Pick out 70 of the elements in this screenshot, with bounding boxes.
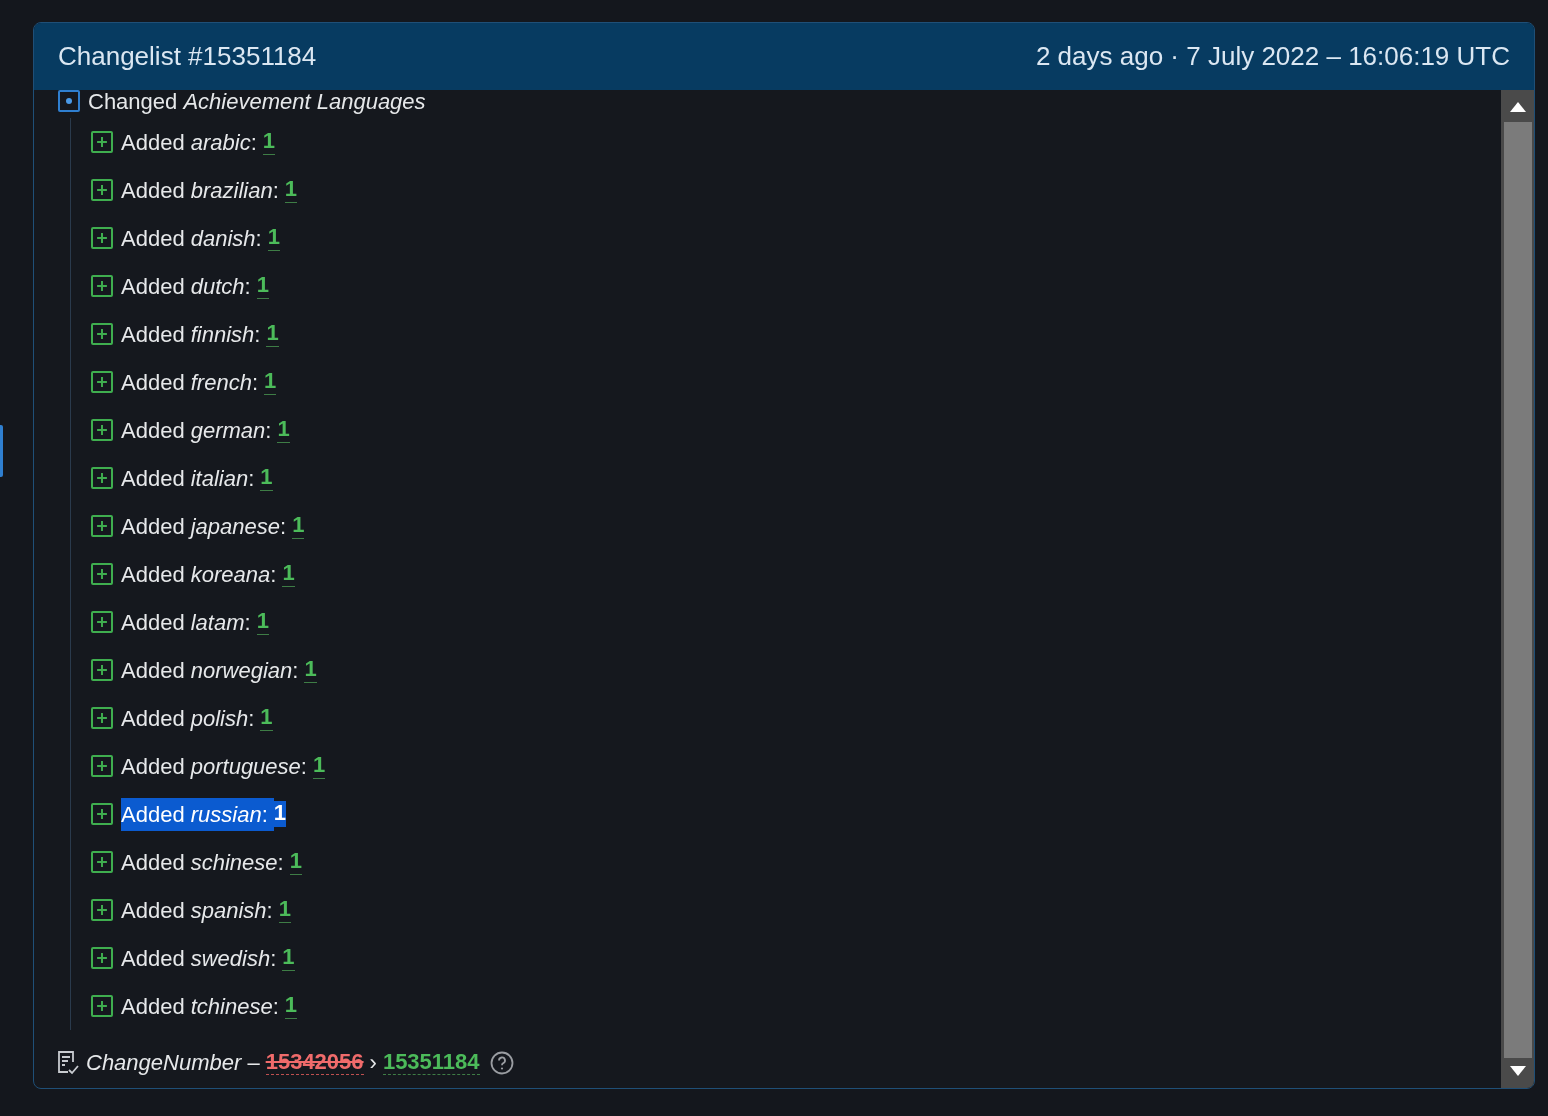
plus-square-icon (91, 467, 113, 489)
change-label: Added german: (121, 416, 273, 445)
change-value: 1 (256, 273, 269, 299)
change-value: 1 (312, 753, 326, 779)
help-icon[interactable] (489, 1050, 514, 1075)
change-label: Added arabic: (121, 128, 258, 157)
scroll-down-arrow-icon[interactable] (1509, 1066, 1526, 1076)
plus-square-icon (91, 659, 113, 681)
change-value: 1 (282, 945, 295, 971)
change-label: Added koreana: (121, 560, 278, 589)
change-label: Added russian: (121, 797, 274, 831)
change-label: Added norwegian: (121, 656, 300, 685)
change-value: 1 (260, 705, 273, 731)
scroll-up-arrow-icon[interactable] (1509, 102, 1526, 112)
change-value: 1 (260, 465, 273, 491)
plus-square-icon (91, 179, 113, 201)
plus-square-icon (91, 611, 113, 633)
plus-square-icon (91, 755, 113, 777)
plus-square-icon (91, 563, 113, 585)
field-label: ChangeNumber – (86, 1049, 260, 1077)
change-label: Added japanese: (121, 512, 288, 541)
change-value: 1 (282, 561, 295, 587)
change-value: 1 (289, 849, 302, 875)
change-label: Added dutch: (121, 272, 252, 301)
scrollbar[interactable] (1501, 90, 1534, 1088)
plus-square-icon (91, 371, 113, 393)
change-value: 1 (304, 657, 317, 683)
change-value: 1 (284, 177, 298, 203)
plus-square-icon (91, 707, 113, 729)
plus-square-icon (91, 899, 113, 921)
change-label: Added polish: (121, 704, 256, 733)
change-value: 1 (256, 609, 269, 635)
document-check-icon (56, 1049, 80, 1076)
separator-text: › (369, 1049, 377, 1077)
change-value: 1 (267, 225, 280, 251)
change-label: Added tchinese: (121, 992, 280, 1021)
change-label: Added finnish: (121, 320, 262, 349)
change-value: 1 (278, 897, 291, 923)
plus-square-icon (91, 419, 113, 441)
plus-square-icon (91, 275, 113, 297)
timestamp: 2 days ago · 7 July 2022 – 16:06:19 UTC (1035, 40, 1510, 73)
scrollbar-thumb[interactable] (1503, 122, 1532, 1058)
change-label: Added french: (121, 368, 259, 397)
new-value: 15351184 (382, 1049, 480, 1076)
group-label: Changed Achievement Languages (88, 87, 426, 116)
change-value: 1 (292, 513, 305, 539)
plus-square-icon (91, 227, 113, 249)
change-value: 1 (262, 129, 276, 155)
change-label: Added brazilian: (121, 176, 280, 205)
change-label: Added italian: (121, 464, 256, 493)
change-label: Added latam: (121, 608, 252, 637)
change-label: Added portuguese: (121, 752, 308, 781)
plus-square-icon (91, 131, 113, 153)
change-label: Added spanish: (121, 896, 274, 925)
changelist-title: Changelist #15351184 (58, 40, 317, 73)
plus-square-icon (91, 515, 113, 537)
plus-square-icon (91, 995, 113, 1017)
change-label: Added danish: (121, 224, 263, 253)
collapse-toggle-icon[interactable] (58, 90, 80, 112)
change-value: 1 (264, 369, 277, 395)
old-value: 15342056 (265, 1049, 364, 1076)
change-value: 1 (266, 321, 279, 347)
plus-square-icon (91, 947, 113, 969)
plus-square-icon (91, 851, 113, 873)
plus-square-icon (91, 323, 113, 345)
plus-square-icon (91, 803, 113, 825)
change-value: 1 (277, 417, 290, 443)
change-label: Added swedish: (121, 944, 278, 973)
change-value: 1 (284, 993, 298, 1019)
change-label: Added schinese: (121, 848, 285, 877)
